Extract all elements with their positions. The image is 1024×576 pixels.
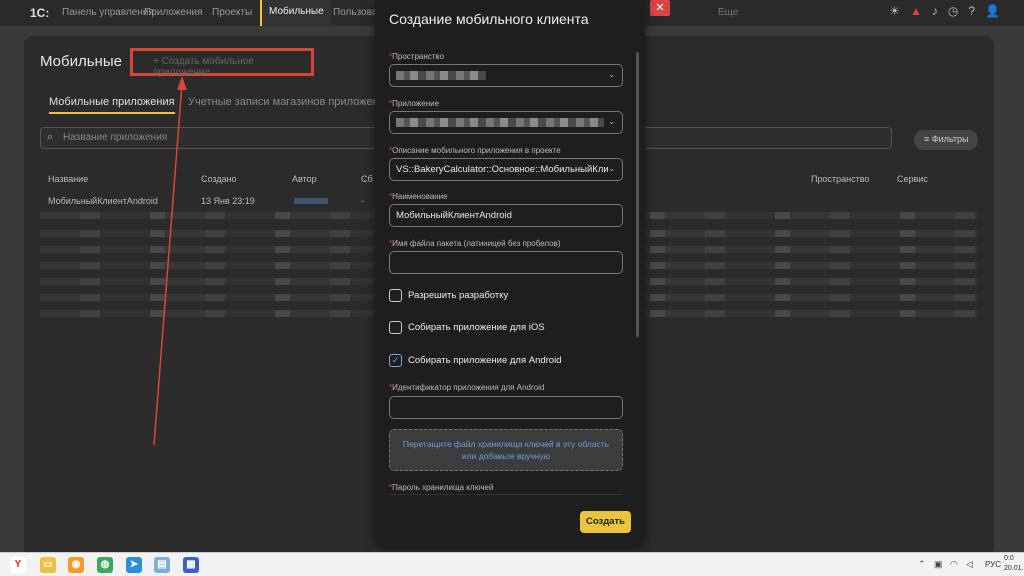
space-select[interactable]: ⌄ <box>389 64 623 87</box>
name-input[interactable]: МобильныйКлиентAndroid <box>389 204 623 227</box>
volume-icon[interactable]: ◁ <box>966 559 973 570</box>
chevron-up-icon[interactable]: ⌃ <box>918 559 926 570</box>
checkbox-box[interactable] <box>389 289 402 302</box>
app-icon[interactable]: ▦ <box>183 557 199 573</box>
app-icon[interactable]: ▤ <box>154 557 170 573</box>
name-label: *Наименование <box>389 192 448 201</box>
checkbox-label: Разрешить разработку <box>408 290 509 301</box>
checkbox-box[interactable] <box>389 321 402 334</box>
space-label: *Пространство <box>389 52 445 61</box>
desc-label: *Описание мобильного приложения в проект… <box>389 146 561 155</box>
tray-icon[interactable]: ▣ <box>934 559 943 570</box>
app-label: *Приложение <box>389 99 440 108</box>
package-label: *Имя файла пакета (латиницей без пробело… <box>389 239 561 248</box>
package-input[interactable] <box>389 251 623 274</box>
language-indicator[interactable]: РУС <box>985 560 1001 569</box>
modal-title: Создание мобильного клиента <box>389 11 589 27</box>
checkbox-label: Собирать приложение для iOS <box>408 322 545 333</box>
windows-taskbar: Y ▭ ◉ ◍ ➤ ▤ ▦ ⌃ ▣ ◠ ◁ РУС 0:0 20.01. <box>0 552 1024 576</box>
app-icon[interactable]: ◍ <box>97 557 113 573</box>
android-id-label: *Идентификатор приложения для Android <box>389 383 545 392</box>
date: 20.01. <box>1004 565 1024 572</box>
chevron-down-icon: ⌄ <box>608 70 615 79</box>
blurred-value <box>396 117 604 127</box>
create-mobile-client-modal: Создание мобильного клиента *Пространств… <box>375 0 645 548</box>
time: 0:0 <box>1004 555 1014 562</box>
keystore-dropzone[interactable]: Перетащите файл хранилища ключей в эту о… <box>389 429 623 471</box>
chevron-down-icon: ⌄ <box>608 117 615 126</box>
allow-dev-checkbox[interactable]: Разрешить разработку <box>389 289 508 302</box>
file-explorer-icon[interactable]: ▭ <box>40 557 56 573</box>
yandex-browser-icon[interactable]: Y <box>10 557 26 573</box>
blurred-value <box>396 70 486 80</box>
wifi-icon[interactable]: ◠ <box>950 559 958 570</box>
telegram-icon[interactable]: ➤ <box>126 557 142 573</box>
android-id-input[interactable] <box>389 396 623 419</box>
clock[interactable]: 0:0 20.01. <box>1004 554 1023 574</box>
desc-select[interactable]: VS::BakeryCalculator::Основное::Мобильны… <box>389 158 623 181</box>
divider <box>389 494 623 495</box>
desc-value: VS::BakeryCalculator::Основное::Мобильны… <box>396 164 609 175</box>
create-button[interactable]: Создать <box>580 511 631 533</box>
checkmark-icon[interactable]: ✓ <box>389 354 402 367</box>
modal-scrollbar[interactable] <box>636 52 639 337</box>
chevron-down-icon: ⌄ <box>608 164 615 173</box>
app-select[interactable]: ⌄ <box>389 111 623 134</box>
build-ios-checkbox[interactable]: Собирать приложение для iOS <box>389 321 545 334</box>
app-icon[interactable]: ◉ <box>68 557 84 573</box>
checkbox-label: Собирать приложение для Android <box>408 355 562 366</box>
build-android-checkbox[interactable]: ✓ Собирать приложение для Android <box>389 354 561 367</box>
keystore-pass-label: *Пароль хранилища ключей <box>389 483 494 492</box>
